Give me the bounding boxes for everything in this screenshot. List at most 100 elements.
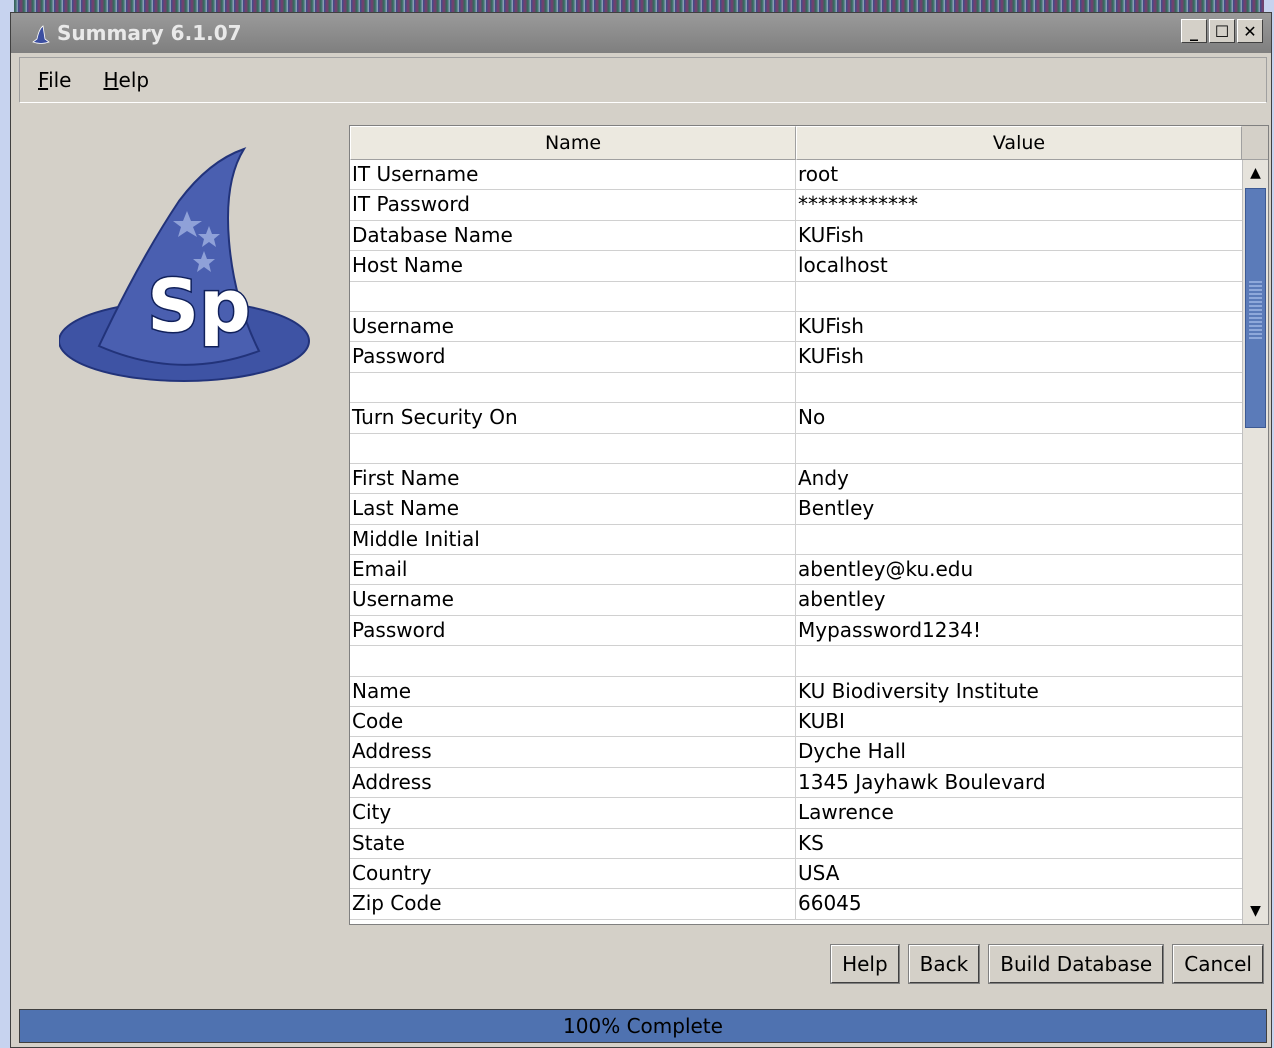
help-button[interactable]: Help xyxy=(830,944,900,984)
scrollbar-thumb[interactable] xyxy=(1245,188,1266,428)
cell-value: Andy xyxy=(798,465,849,490)
cell-value: abentley@ku.edu xyxy=(798,557,974,582)
cell-value: KU Biodiversity Institute xyxy=(798,678,1039,703)
cell-name xyxy=(350,372,796,403)
build-database-button[interactable]: Build Database xyxy=(988,944,1165,984)
column-header-value[interactable]: Value xyxy=(796,126,1242,160)
cell-name: Username xyxy=(350,311,796,342)
menu-file[interactable]: File xyxy=(38,68,71,92)
cell-value: 1345 Jayhawk Boulevard xyxy=(798,769,1046,794)
cell-name: IT Password xyxy=(350,190,796,220)
table-row[interactable]: Last Name Bentley xyxy=(350,494,1242,525)
cell-value: KUFish xyxy=(798,313,864,338)
cell-value: KUFish xyxy=(798,344,864,369)
cell-value xyxy=(796,525,1242,554)
cell-name: First Name xyxy=(350,463,796,494)
button-row: Help Back Build Database Cancel xyxy=(830,944,1264,984)
wizard-hat-icon xyxy=(29,21,53,45)
cell-name: Code xyxy=(350,707,796,737)
cell-value: 66045 xyxy=(798,891,862,916)
scroll-up-arrow-icon[interactable]: ▲ xyxy=(1243,160,1268,186)
cell-value: abentley xyxy=(798,587,886,612)
cell-name: Last Name xyxy=(350,494,796,524)
minimize-button[interactable]: _ xyxy=(1181,19,1207,43)
table-row[interactable]: IT Password ************ xyxy=(350,190,1242,221)
table-row[interactable]: Host Name localhost xyxy=(350,251,1242,282)
cell-name: Middle Initial xyxy=(350,524,796,555)
cell-name xyxy=(350,433,796,463)
cell-name: Address xyxy=(350,737,796,767)
column-header-name[interactable]: Name xyxy=(350,126,796,160)
table-row[interactable] xyxy=(350,646,1242,677)
table-row[interactable] xyxy=(350,281,1242,312)
scroll-down-arrow-icon[interactable]: ▼ xyxy=(1243,898,1268,924)
progress-text: 100% Complete xyxy=(563,1014,723,1038)
scrollbar-grip xyxy=(1249,279,1262,339)
cell-name: State xyxy=(350,828,796,858)
table-row[interactable]: Code KUBI xyxy=(350,707,1242,738)
cell-name: Host Name xyxy=(350,251,796,281)
table-row[interactable]: Country USA xyxy=(350,858,1242,890)
table-row[interactable]: Address 1345 Jayhawk Boulevard xyxy=(350,767,1242,799)
table-row[interactable]: Username KUFish xyxy=(350,311,1242,343)
table-header: Name Value xyxy=(350,126,1242,160)
table-row[interactable]: Database Name KUFish xyxy=(350,220,1242,252)
cell-value xyxy=(796,646,1242,675)
cell-name: Password xyxy=(350,342,796,372)
cell-value: No xyxy=(798,405,826,430)
cell-value: Mypassword1234! xyxy=(798,617,981,642)
table-row[interactable]: Turn Security On No xyxy=(350,403,1242,434)
cell-name: Password xyxy=(350,615,796,646)
table-row[interactable] xyxy=(350,372,1242,404)
cell-value: ************ xyxy=(798,192,918,217)
cell-value: Dyche Hall xyxy=(798,739,906,764)
table-row[interactable]: State KS xyxy=(350,828,1242,859)
cell-name: IT Username xyxy=(350,160,796,190)
title-bar[interactable]: Summary 6.1.07 _ ☐ ✕ xyxy=(11,13,1271,53)
table-row[interactable]: First Name Andy xyxy=(350,463,1242,495)
cell-name xyxy=(350,646,796,676)
close-button[interactable]: ✕ xyxy=(1237,19,1263,43)
table-row[interactable]: Email abentley@ku.edu xyxy=(350,555,1242,586)
cell-name: Database Name xyxy=(350,220,796,251)
progress-bar: 100% Complete xyxy=(19,1009,1267,1043)
table-row[interactable]: Middle Initial xyxy=(350,524,1242,556)
logo-text: Sp xyxy=(147,264,250,348)
cell-value xyxy=(796,434,1242,463)
cell-value: KS xyxy=(798,830,824,855)
specify-logo: Sp xyxy=(58,141,311,393)
cell-name: Country xyxy=(350,858,796,889)
summary-window: Summary 6.1.07 _ ☐ ✕ File Help Sp Name V… xyxy=(10,12,1272,1048)
cell-value: Bentley xyxy=(798,496,875,521)
table-row[interactable]: Name KU Biodiversity Institute xyxy=(350,676,1242,708)
cancel-button[interactable]: Cancel xyxy=(1172,944,1264,984)
cell-value: Lawrence xyxy=(798,800,894,825)
cell-name: Turn Security On xyxy=(350,403,796,433)
table-row[interactable]: Password KUFish xyxy=(350,342,1242,373)
cell-value: localhost xyxy=(798,253,888,278)
cell-value: root xyxy=(798,162,839,186)
table-row[interactable]: Username abentley xyxy=(350,585,1242,616)
cell-value xyxy=(796,373,1242,402)
maximize-button[interactable]: ☐ xyxy=(1209,19,1235,43)
table-body: IT Username root IT Password ************ Da… xyxy=(350,160,1242,924)
cell-value: KUBI xyxy=(798,709,845,734)
cell-name xyxy=(350,281,796,311)
back-button[interactable]: Back xyxy=(907,944,981,984)
table-row[interactable]: IT Username root xyxy=(350,160,1242,191)
vertical-scrollbar[interactable]: ▲ ▼ xyxy=(1242,160,1268,924)
cell-value: USA xyxy=(798,860,840,885)
cell-name: Name xyxy=(350,676,796,707)
table-row[interactable]: Zip Code 66045 xyxy=(350,889,1242,920)
summary-table: Name Value IT Username root IT Password ***… xyxy=(349,125,1269,925)
cell-name: City xyxy=(350,798,796,828)
table-row[interactable] xyxy=(350,433,1242,464)
table-row[interactable]: Address Dyche Hall xyxy=(350,737,1242,768)
menu-bar: File Help xyxy=(19,57,1267,103)
menu-help[interactable]: Help xyxy=(103,68,149,92)
cell-name: Address xyxy=(350,767,796,798)
table-row[interactable]: City Lawrence xyxy=(350,798,1242,829)
cell-name: Email xyxy=(350,555,796,585)
table-row[interactable]: Password Mypassword1234! xyxy=(350,615,1242,647)
cell-value: KUFish xyxy=(798,222,864,247)
